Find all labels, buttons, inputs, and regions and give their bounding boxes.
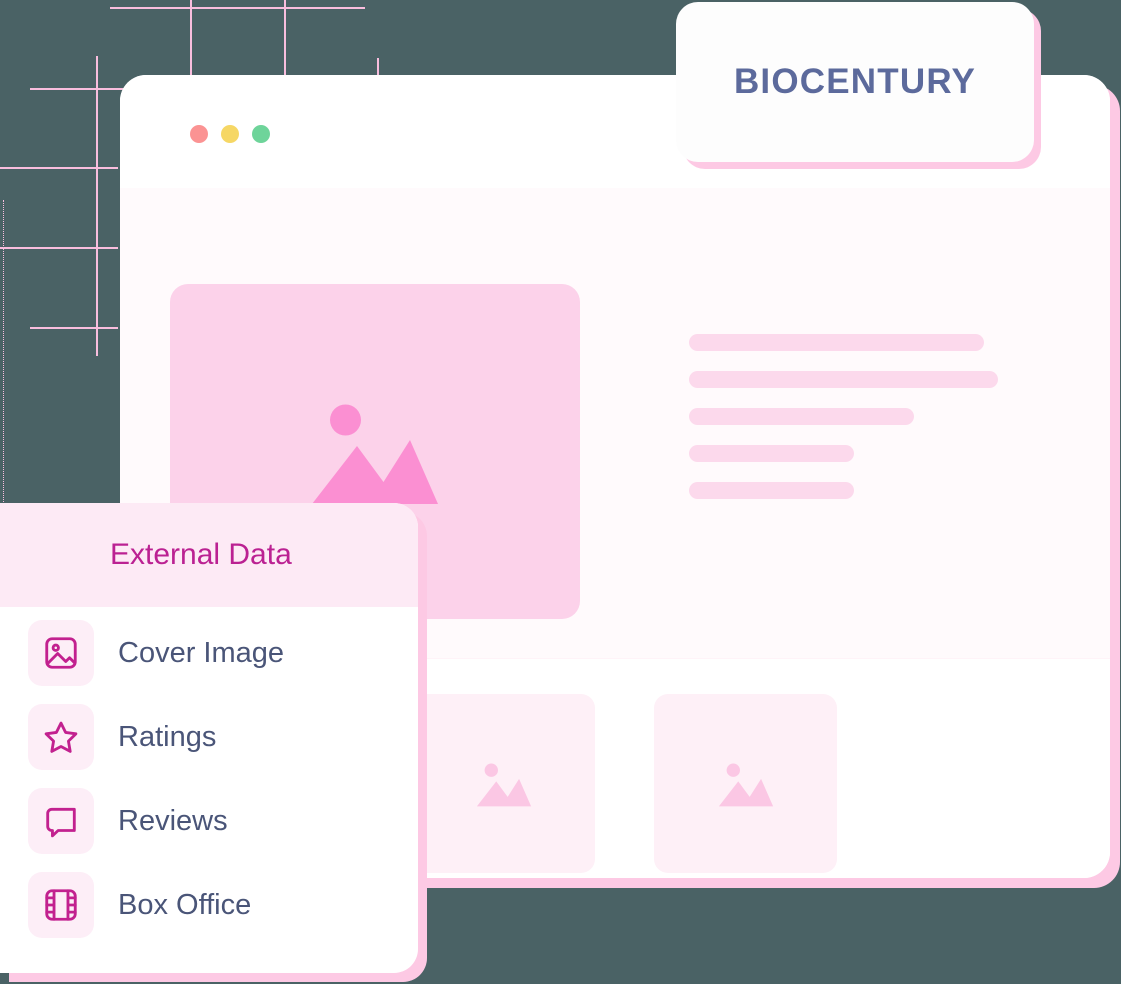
external-data-panel: External Data Cover Image Ratings Review… (0, 503, 418, 973)
grid-line-horizontal (0, 247, 118, 249)
external-data-panel-title: External Data (110, 538, 292, 571)
image-placeholder-icon (718, 763, 773, 806)
external-data-item-label: Reviews (118, 804, 228, 837)
chat-bubble-icon (28, 788, 94, 854)
film-strip-icon-glyph (45, 889, 77, 921)
traffic-light-controls (190, 125, 270, 143)
window-minimize-button[interactable] (221, 125, 239, 143)
skeleton-line (689, 408, 914, 425)
star-icon (28, 704, 94, 770)
thumbnail-card[interactable] (654, 694, 837, 873)
window-close-button[interactable] (190, 125, 208, 143)
grid-line-horizontal (0, 167, 118, 169)
image-placeholder-icon (476, 763, 531, 806)
external-data-item-box-office[interactable]: Box Office (0, 863, 418, 947)
external-data-list: Cover Image Ratings Reviews Box Office (0, 607, 418, 947)
window-maximize-button[interactable] (252, 125, 270, 143)
thumbnail-card[interactable] (412, 694, 595, 873)
external-data-item-label: Box Office (118, 888, 252, 921)
external-data-item-label: Cover Image (118, 636, 285, 669)
image-placeholder-icon (312, 404, 438, 504)
skeleton-line (689, 334, 984, 351)
star-icon-glyph (44, 721, 78, 753)
grid-line-horizontal (30, 327, 118, 329)
external-data-item-reviews[interactable]: Reviews (0, 779, 418, 863)
film-strip-icon (28, 872, 94, 938)
grid-line-vertical (96, 56, 98, 356)
grid-line-horizontal (110, 7, 365, 9)
skeleton-line (689, 482, 854, 499)
external-data-item-label: Ratings (118, 720, 217, 753)
chat-bubble-icon-glyph (46, 807, 76, 838)
product-text-skeleton (689, 334, 1089, 519)
external-data-panel-header: External Data (0, 503, 418, 607)
external-data-item-cover-image[interactable]: Cover Image (0, 611, 418, 695)
image-icon (28, 620, 94, 686)
skeleton-line (689, 445, 854, 462)
external-data-item-ratings[interactable]: Ratings (0, 695, 418, 779)
skeleton-line (689, 371, 998, 388)
brand-logo-card: BIOCENTURY (676, 2, 1034, 162)
brand-name: BIOCENTURY (733, 62, 977, 101)
image-icon-glyph (45, 637, 77, 669)
